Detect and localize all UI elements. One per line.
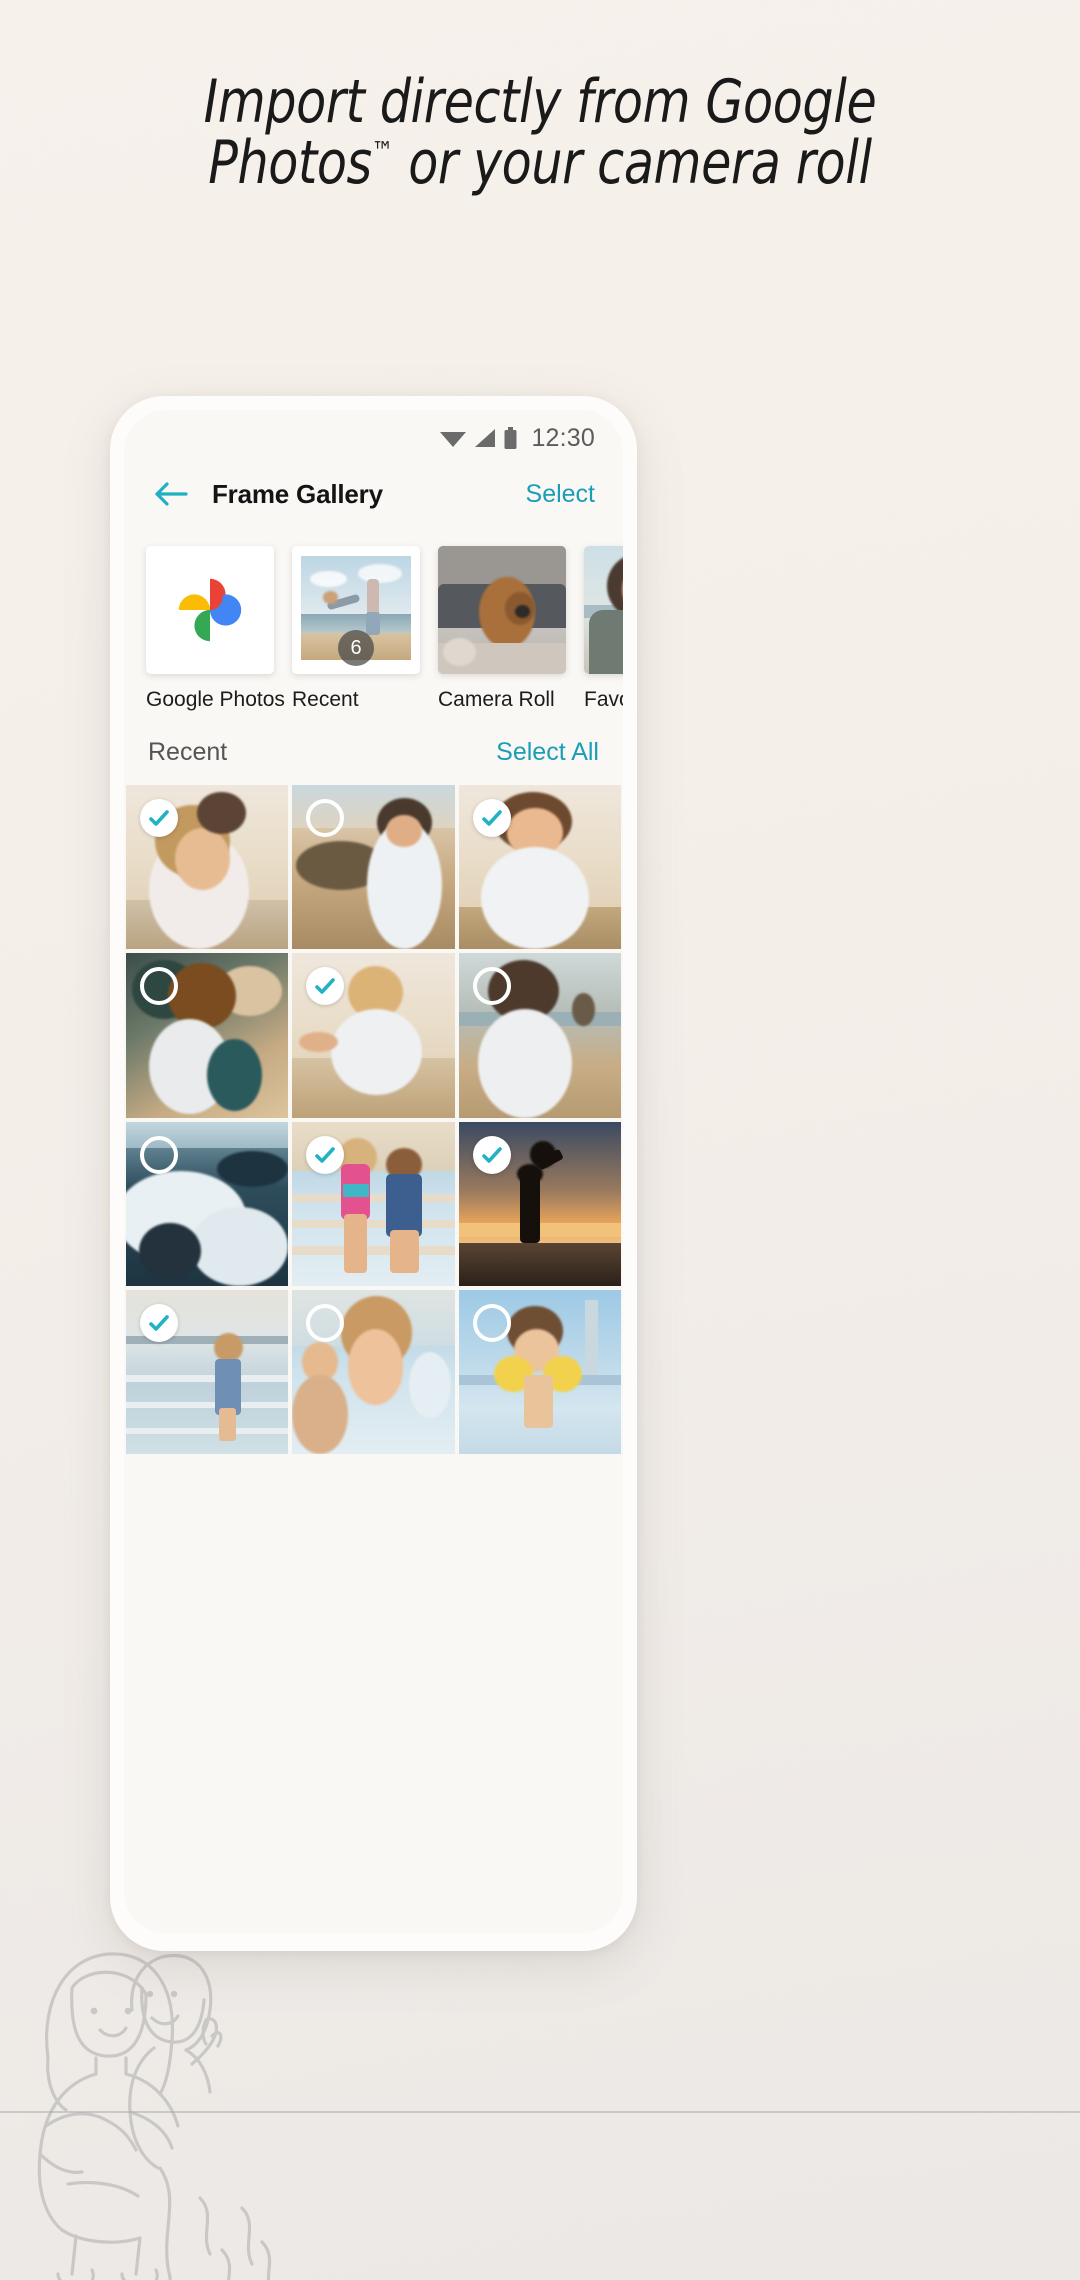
check-icon <box>149 810 169 826</box>
photo-checkbox[interactable] <box>306 1135 345 1174</box>
headline-line-2-post: or your camera roll <box>392 128 872 199</box>
photo-cell[interactable] <box>458 953 621 1118</box>
photo-checkbox[interactable] <box>472 799 511 837</box>
photo-cell[interactable] <box>292 953 455 1118</box>
photo-cell[interactable] <box>292 1121 455 1286</box>
headline: Import directly from Google Photos™ or y… <box>0 67 1080 194</box>
app-bar: Frame Gallery Select <box>124 456 623 532</box>
photo-checkbox[interactable] <box>472 1303 511 1342</box>
photo-cell[interactable] <box>126 1289 289 1455</box>
album-recent[interactable]: 6 Recent <box>292 546 420 712</box>
photo-cell[interactable] <box>458 785 621 950</box>
phone-mockup: 12:30 Frame Gallery Select Google Photos… <box>110 396 637 1951</box>
album-label: Favorites <box>584 688 623 711</box>
select-button[interactable]: Select <box>526 480 595 509</box>
photo-cell[interactable] <box>458 1121 621 1286</box>
signal-icon <box>475 429 496 447</box>
check-icon <box>315 978 336 995</box>
wifi-icon <box>440 432 467 447</box>
album-google-photos[interactable]: Google Photos <box>146 546 285 712</box>
check-icon <box>481 1146 502 1163</box>
photo-checkbox[interactable] <box>140 1303 178 1342</box>
back-arrow-icon <box>155 482 188 506</box>
trademark-symbol: ™ <box>371 136 394 168</box>
photo-grid <box>124 785 623 1455</box>
photo-checkbox[interactable] <box>140 1135 178 1174</box>
google-photos-logo-icon <box>178 578 242 642</box>
photo-cell[interactable] <box>126 785 289 950</box>
check-icon <box>315 1146 336 1163</box>
album-label: Camera Roll <box>438 688 555 711</box>
phone-screen: 12:30 Frame Gallery Select Google Photos… <box>124 410 623 1933</box>
photo-cell[interactable] <box>126 953 289 1118</box>
photo-checkbox[interactable] <box>140 799 178 837</box>
headline-line-2: Photos™ or your camera roll <box>146 133 933 194</box>
photo-cell[interactable] <box>458 1289 621 1455</box>
status-bar-time: 12:30 <box>531 423 595 452</box>
headline-line-2-pre: Photos <box>208 128 372 199</box>
headline-line-1: Import directly from Google <box>203 67 877 137</box>
album-photo <box>584 546 623 674</box>
battery-icon <box>504 427 517 449</box>
section-title: Recent <box>148 738 228 766</box>
photo-cell[interactable] <box>292 785 455 950</box>
check-icon <box>149 1315 169 1331</box>
back-button[interactable] <box>148 471 194 517</box>
photo-checkbox[interactable] <box>306 1303 345 1342</box>
album-carousel[interactable]: Google Photos 6 Recent Camera Roll Fav <box>124 532 623 712</box>
album-favorites[interactable]: Favorites <box>584 546 623 712</box>
album-label: Google Photos <box>146 688 285 711</box>
photo-cell[interactable] <box>126 1121 289 1286</box>
album-count-badge: 6 <box>338 630 374 666</box>
select-all-button[interactable]: Select All <box>496 738 599 767</box>
photo-cell[interactable] <box>292 1289 455 1455</box>
album-label: Recent <box>292 688 359 711</box>
photo-checkbox[interactable] <box>472 1135 511 1174</box>
check-icon <box>481 810 502 826</box>
album-thumbnail <box>146 546 274 674</box>
status-bar: 12:30 <box>124 410 623 456</box>
page-title: Frame Gallery <box>212 478 383 509</box>
album-thumbnail <box>584 546 623 674</box>
section-header: Recent Select All <box>124 712 623 785</box>
photo-checkbox[interactable] <box>472 967 511 1006</box>
album-thumbnail: 6 <box>292 546 420 674</box>
album-photo <box>438 546 566 674</box>
album-thumbnail <box>438 546 566 674</box>
album-camera-roll[interactable]: Camera Roll <box>438 546 566 712</box>
ground-line-divider <box>0 2111 1080 2113</box>
